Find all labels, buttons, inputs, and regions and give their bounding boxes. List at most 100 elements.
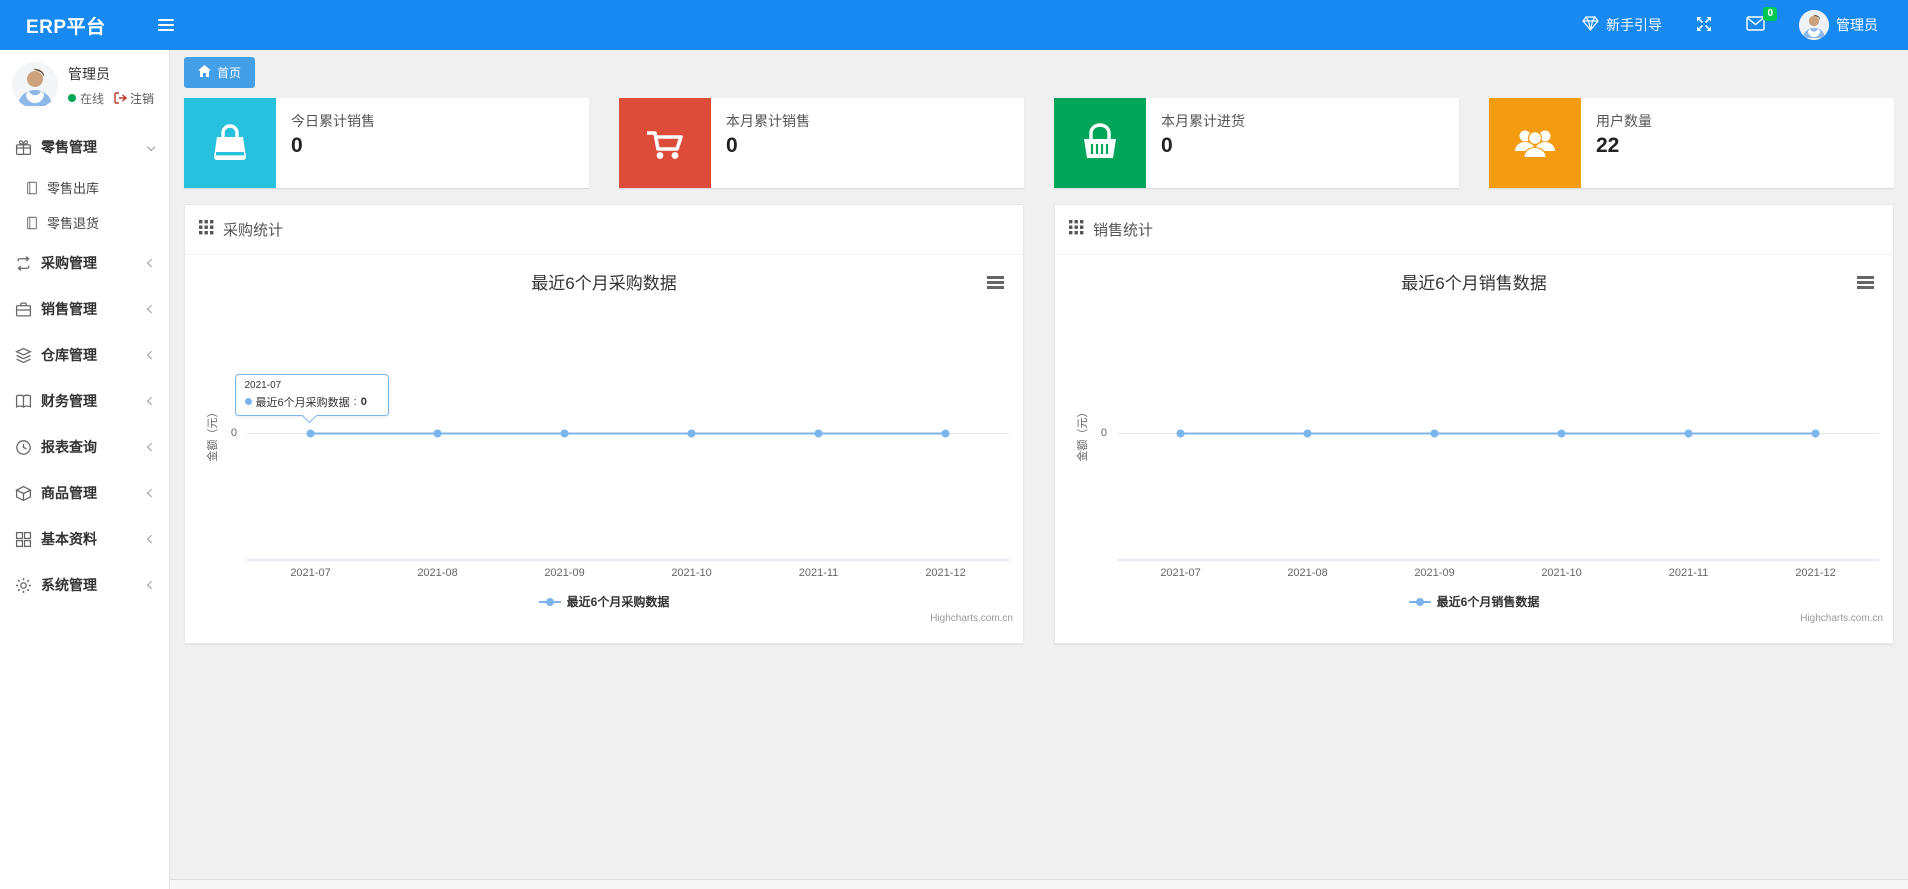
legend-label: 最近6个月销售数据 <box>1436 595 1540 609</box>
chart-context-menu-button[interactable] <box>984 271 1007 294</box>
journal-icon <box>25 181 39 195</box>
sidebar-toggle-button[interactable] <box>146 0 186 50</box>
sidebar-item-reports[interactable]: 报表查询 <box>0 424 169 470</box>
sidebar-item-purchase[interactable]: 采购管理 <box>0 240 169 286</box>
x-axis-label: 2021-07 <box>290 567 331 579</box>
sidebar-item-warehouse[interactable]: 仓库管理 <box>0 332 169 378</box>
data-point[interactable] <box>687 429 696 438</box>
sign-out-icon <box>114 92 128 104</box>
sidebar-item-retail[interactable]: 零售管理 <box>0 124 169 170</box>
top-navbar: ERP平台 新手引导 0 管理员 <box>0 0 1908 50</box>
data-point[interactable] <box>560 429 569 438</box>
data-point[interactable] <box>1176 429 1185 438</box>
data-point[interactable] <box>1557 429 1566 438</box>
sidebar-item-system[interactable]: 系统管理 <box>0 562 169 608</box>
fullscreen-button[interactable] <box>1696 16 1712 35</box>
y-axis-tick: 0 <box>1100 426 1107 439</box>
sidebar-item-label: 财务管理 <box>41 393 97 409</box>
package-icon <box>15 485 32 502</box>
tab-home[interactable]: 首页 <box>184 57 256 88</box>
th-grid-icon <box>199 220 214 239</box>
main-content: 首页 今日累计销售 0 本月累计销售 0 本月累计进货 0 用户数量 22 采购… <box>170 50 1908 889</box>
data-point[interactable] <box>814 429 823 438</box>
sidebar-item-finance[interactable]: 财务管理 <box>0 378 169 424</box>
sidebar-item-products[interactable]: 商品管理 <box>0 470 169 516</box>
chart-title: 最近6个月采购数据 <box>531 274 677 293</box>
guide-button[interactable]: 新手引导 <box>1582 15 1662 35</box>
sidebar-item-retail-outbound[interactable]: 零售出库 <box>0 170 169 205</box>
guide-label: 新手引导 <box>1606 17 1662 33</box>
legend-item[interactable]: 最近6个月销售数据 <box>1055 593 1893 610</box>
x-axis-label: 2021-08 <box>1287 567 1328 579</box>
purchase-chart: 最近6个月采购数据 金额（元） 0 最近6个月采购数据 Highcharts.c… <box>185 255 1023 643</box>
book-icon <box>15 393 32 410</box>
data-point[interactable] <box>941 429 950 438</box>
app-brand: ERP平台 <box>26 16 106 38</box>
chevron-left-icon <box>146 488 156 498</box>
chevron-left-icon <box>146 534 156 544</box>
data-point[interactable] <box>1303 429 1312 438</box>
data-point[interactable] <box>1430 429 1439 438</box>
data-point[interactable] <box>1811 429 1820 438</box>
chart-credits[interactable]: Highcharts.com.cn <box>930 613 1013 624</box>
stat-card-label: 本月累计销售 <box>726 113 810 129</box>
stat-card-value: 22 <box>1596 134 1620 157</box>
sidebar-item-label: 系统管理 <box>41 577 97 593</box>
data-point[interactable] <box>433 429 442 438</box>
sidebar-item-basic-data[interactable]: 基本资料 <box>0 516 169 562</box>
legend-item[interactable]: 最近6个月采购数据 <box>185 593 1023 610</box>
clock-icon <box>15 439 32 456</box>
messages-button[interactable]: 0 <box>1746 7 1777 34</box>
users-icon <box>1489 98 1581 188</box>
x-axis-label: 2021-10 <box>671 567 712 579</box>
tooltip-header: 2021-07 <box>244 379 282 391</box>
shopping-cart-icon <box>619 98 711 188</box>
sidebar-item-label: 零售退货 <box>47 216 100 231</box>
sidebar-item-label: 零售出库 <box>47 181 100 196</box>
chevron-left-icon <box>146 580 156 590</box>
hamburger-icon <box>158 16 174 34</box>
online-status-label: 在线 <box>80 91 105 106</box>
chevron-left-icon <box>146 442 156 452</box>
sidebar-item-label: 采购管理 <box>41 255 97 271</box>
x-axis-label: 2021-11 <box>798 567 839 579</box>
x-axis-label: 2021-09 <box>1414 567 1455 579</box>
tooltip-series-dot <box>244 398 252 405</box>
x-axis-label: 2021-10 <box>1541 567 1582 579</box>
stat-card-label: 今日累计销售 <box>291 113 375 129</box>
sidebar-item-label: 基本资料 <box>41 531 97 547</box>
x-axis-label: 2021-07 <box>1160 567 1201 579</box>
legend-marker-icon <box>538 597 561 606</box>
user-name-label: 管理员 <box>1836 17 1878 33</box>
grid-icon <box>15 531 32 548</box>
panel-title: 销售统计 <box>1093 222 1154 239</box>
fullscreen-icon <box>1696 16 1712 35</box>
x-axis-label: 2021-11 <box>1668 567 1709 579</box>
stat-card-today-sales: 今日累计销售 0 <box>184 98 589 188</box>
chart-title: 最近6个月销售数据 <box>1401 274 1547 293</box>
x-axis-label: 2021-08 <box>417 567 458 579</box>
sales-stats-panel: 销售统计 最近6个月销售数据 金额（元） 0 最近6个月销售数据 Highcha… <box>1054 204 1894 644</box>
chart-credits[interactable]: Highcharts.com.cn <box>1800 613 1883 624</box>
chart-context-menu-button[interactable] <box>1854 271 1877 294</box>
tooltip-series-label: 最近6个月采购数据 <box>255 396 350 409</box>
legend-label: 最近6个月采购数据 <box>566 595 670 609</box>
sidebar-item-label: 零售管理 <box>41 139 97 155</box>
stat-cards-row: 今日累计销售 0 本月累计销售 0 本月累计进货 0 用户数量 22 <box>184 98 1894 188</box>
chevron-down-icon <box>146 142 156 152</box>
data-point[interactable] <box>306 429 315 438</box>
stat-card-user-count: 用户数量 22 <box>1489 98 1894 188</box>
sidebar-item-retail-return[interactable]: 零售退货 <box>0 205 169 240</box>
chevron-left-icon <box>146 258 156 268</box>
stat-card-value: 0 <box>291 134 303 157</box>
sidebar-avatar <box>12 62 58 108</box>
sales-chart: 最近6个月销售数据 金额（元） 0 最近6个月销售数据 Highcharts.c… <box>1055 255 1893 643</box>
legend-marker-icon <box>1408 597 1431 606</box>
sidebar-item-sales[interactable]: 销售管理 <box>0 286 169 332</box>
stat-card-month-purchase: 本月累计进货 0 <box>1054 98 1459 188</box>
logout-button[interactable]: 注销 <box>114 90 154 107</box>
sidebar-item-label: 仓库管理 <box>41 347 97 363</box>
sidebar-item-label: 销售管理 <box>41 301 97 317</box>
data-point[interactable] <box>1684 429 1693 438</box>
user-menu[interactable]: 管理员 <box>1799 10 1878 40</box>
